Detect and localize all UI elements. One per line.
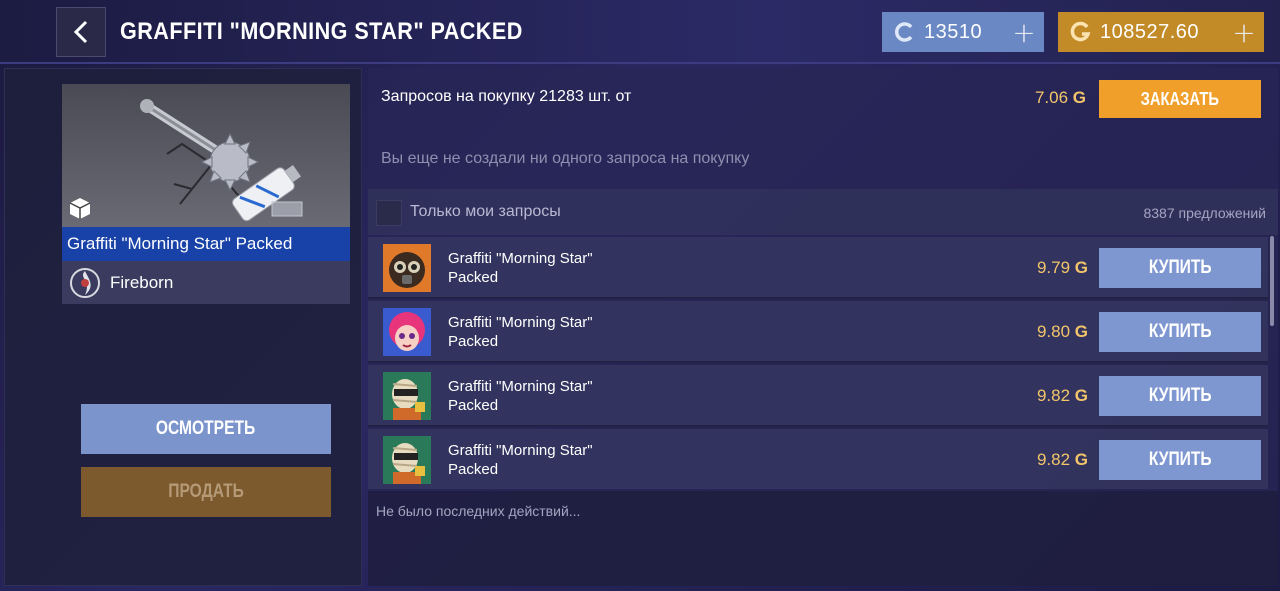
inspect-button[interactable]: ОСМОТРЕТЬ xyxy=(81,404,331,454)
buy-requests-summary: Запросов на покупку 21283 шт. от xyxy=(381,88,632,105)
mummy-avatar xyxy=(383,372,431,420)
offers-count: 8387 предложений xyxy=(1143,205,1266,221)
listing-name-line1: Graffiti "Morning Star" xyxy=(448,442,593,459)
package-icon xyxy=(69,198,91,219)
listing-name: Graffiti "Morning Star" Packed xyxy=(448,377,648,415)
listing-name-line2: Packed xyxy=(448,333,499,350)
gasmask-avatar xyxy=(383,244,431,292)
listing-row: Graffiti "Morning Star" Packed 9.82 G КУ… xyxy=(368,365,1268,427)
pink-hair-avatar xyxy=(383,308,431,356)
item-image xyxy=(62,84,350,227)
filter-bar: Только мои запросы 8387 предложений xyxy=(368,189,1278,235)
silver-amount: 13510 xyxy=(924,20,983,43)
listing-name: Graffiti "Morning Star" Packed xyxy=(448,249,648,287)
listing-name-line1: Graffiti "Morning Star" xyxy=(448,378,593,395)
listing-price: 9.82 G xyxy=(988,450,1088,470)
gold-currency-icon: G xyxy=(1072,88,1086,107)
recent-activity: Не было последних действий... xyxy=(368,491,1278,586)
add-silver-button[interactable]: + xyxy=(1004,12,1044,52)
buy-label: КУПИТЬ xyxy=(1148,321,1212,342)
price-value: 9.80 xyxy=(1036,322,1071,341)
item-panel: Graffiti "Morning Star" Packed Fireborn … xyxy=(4,68,362,586)
buy-button[interactable]: КУПИТЬ xyxy=(1099,312,1261,352)
min-price-value: 7.06 xyxy=(1034,88,1069,107)
gold-currency-icon: G xyxy=(1074,450,1088,469)
gold-coin-icon xyxy=(1070,21,1091,42)
only-my-requests-label[interactable]: Только мои запросы xyxy=(410,203,561,221)
plus-icon: + xyxy=(1232,15,1256,49)
chevron-left-icon xyxy=(73,20,88,44)
buy-label: КУПИТЬ xyxy=(1148,257,1212,278)
page-title: GRAFFITI "MORNING STAR" PACKED xyxy=(120,18,523,45)
listing-name-line2: Packed xyxy=(448,461,499,478)
order-button[interactable]: ЗАКАЗАТЬ xyxy=(1099,80,1261,118)
recent-activity-text: Не было последних действий... xyxy=(376,503,581,519)
buy-button[interactable]: КУПИТЬ xyxy=(1099,248,1261,288)
gold-amount: 108527.60 xyxy=(1100,20,1200,43)
item-name: Graffiti "Morning Star" Packed xyxy=(62,227,350,261)
fireborn-emblem-icon xyxy=(70,267,100,298)
price-value: 9.82 xyxy=(1036,386,1071,405)
market-panel: Запросов на покупку 21283 шт. от 7.06 G … xyxy=(368,68,1278,586)
gold-currency-icon: G xyxy=(1074,258,1088,277)
collection-row: Fireborn xyxy=(62,261,350,304)
no-requests-message: Вы еще не создали ни одного запроса на п… xyxy=(381,150,750,167)
listing-price: 9.79 G xyxy=(988,258,1088,278)
buy-button[interactable]: КУПИТЬ xyxy=(1099,376,1261,416)
buy-requests-min-price: 7.06 G xyxy=(998,88,1086,108)
only-my-requests-checkbox[interactable] xyxy=(376,200,402,226)
listing-name-line2: Packed xyxy=(448,269,499,286)
listings-scrollbar[interactable] xyxy=(1270,236,1274,326)
inspect-label: ОСМОТРЕТЬ xyxy=(156,418,256,439)
listing-row: Graffiti "Morning Star" Packed 9.79 G КУ… xyxy=(368,237,1268,299)
sell-label: ПРОДАТЬ xyxy=(168,481,244,502)
listing-name: Graffiti "Morning Star" Packed xyxy=(448,313,648,351)
top-bar: GRAFFITI "MORNING STAR" PACKED 13510 + 1… xyxy=(0,0,1280,64)
price-value: 9.82 xyxy=(1036,450,1071,469)
order-label: ЗАКАЗАТЬ xyxy=(1140,88,1220,109)
listing-name: Graffiti "Morning Star" Packed xyxy=(448,441,648,479)
gold-balance: 108527.60 + xyxy=(1058,12,1264,52)
listings: Graffiti "Morning Star" Packed 9.79 G КУ… xyxy=(368,237,1278,489)
back-button[interactable] xyxy=(56,7,106,57)
listing-name-line1: Graffiti "Morning Star" xyxy=(448,314,593,331)
sell-button[interactable]: ПРОДАТЬ xyxy=(81,467,331,517)
gold-currency-icon: G xyxy=(1074,322,1088,341)
listing-name-line2: Packed xyxy=(448,397,499,414)
price-value: 9.79 xyxy=(1036,258,1071,277)
collection-name: Fireborn xyxy=(110,272,174,292)
buy-label: КУПИТЬ xyxy=(1148,385,1212,406)
listing-row: Graffiti "Morning Star" Packed 9.80 G КУ… xyxy=(368,301,1268,363)
listing-price: 9.80 G xyxy=(988,322,1088,342)
mummy-avatar xyxy=(383,436,431,484)
item-card: Graffiti "Morning Star" Packed Fireborn xyxy=(62,84,350,304)
listing-price: 9.82 G xyxy=(988,386,1088,406)
gold-currency-icon: G xyxy=(1074,386,1088,405)
silver-coin-icon xyxy=(895,22,913,42)
morning-star-graffiti-image xyxy=(140,99,303,222)
buy-button[interactable]: КУПИТЬ xyxy=(1099,440,1261,480)
listing-name-line1: Graffiti "Morning Star" xyxy=(448,250,593,267)
add-gold-button[interactable]: + xyxy=(1224,12,1264,52)
listing-row: Graffiti "Morning Star" Packed 9.82 G КУ… xyxy=(368,429,1268,489)
silver-balance: 13510 + xyxy=(882,12,1044,52)
plus-icon: + xyxy=(1012,15,1036,49)
buy-label: КУПИТЬ xyxy=(1148,449,1212,470)
